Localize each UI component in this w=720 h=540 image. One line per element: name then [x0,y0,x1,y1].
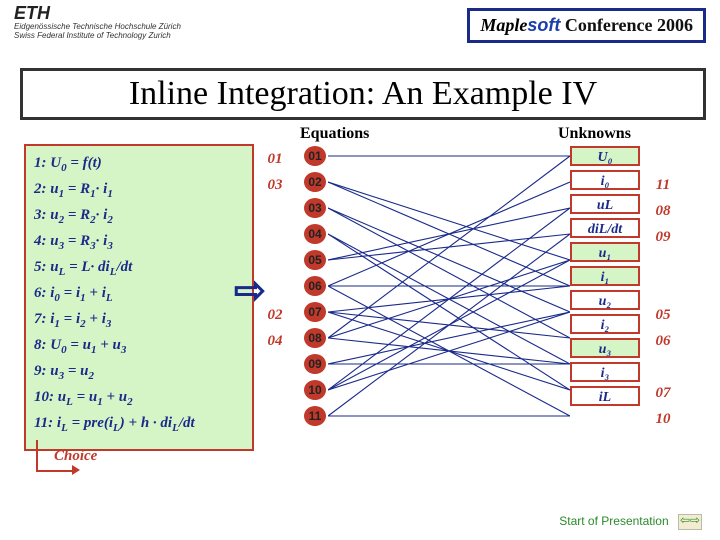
footer-nav[interactable]: Start of Presentation [559,514,702,530]
equation-bubble-column: 01 02 03 04 05 06 07 08 09 10 11 [304,146,330,432]
unknown-box: u₁ [570,242,640,262]
right-order-number: 10 [650,406,676,432]
left-order-number [262,198,288,224]
conf-maple: Maple [480,15,527,35]
right-order-number: 06 [650,328,676,354]
left-order-number [262,380,288,406]
header: ETH Eidgenössische Technische Hochschule… [0,0,720,52]
unknown-box: u₃ [570,338,640,358]
right-order-number: 05 [650,302,676,328]
brand-subtitle: Eidgenössische Technische Hochschule Zür… [14,22,181,40]
nav-arrows-icon[interactable] [678,514,702,530]
right-order-number: 07 [650,380,676,406]
brand-block: ETH Eidgenössische Technische Hochschule… [14,3,181,40]
equation-bubble: 09 [304,354,326,374]
left-order-column: 0103 0204 [262,146,288,432]
unknown-box-column: U₀ i₀ uL diL/dt u₁ i₁ u₂ i₂ u₃ i₃ iL [570,146,640,410]
left-order-number [262,406,288,432]
equation-row: 2: u1 = R1· i1 [34,176,244,202]
equation-row: 1: U0 = f(t) [34,150,244,176]
right-order-number [650,354,676,380]
equation-bubble: 04 [304,224,326,244]
left-order-number [262,250,288,276]
unknown-box: iL [570,386,640,406]
right-order-number [650,146,676,172]
equation-row: 4: u3 = R3· i3 [34,228,244,254]
equation-bubble: 06 [304,276,326,296]
choice-label: Choice [54,448,97,465]
right-order-number: 09 [650,224,676,250]
left-order-number: 04 [262,328,288,354]
left-order-number: 03 [262,172,288,198]
conference-box: Maplesoft Conference 2006 [467,8,706,43]
equation-bubble: 05 [304,250,326,270]
equation-row: 8: U0 = u1 + u3 [34,332,244,358]
implies-arrow-icon: ⇨ [234,268,266,313]
right-order-column: 110809 0506 0710 [650,146,676,432]
conf-rest: Conference 2006 [560,15,693,35]
right-order-number [650,276,676,302]
equation-bubble: 11 [304,406,326,426]
equation-bubble: 02 [304,172,326,192]
right-order-number [650,250,676,276]
left-order-number [262,276,288,302]
left-order-number: 01 [262,146,288,172]
slide-title-box: Inline Integration: An Example IV [20,68,706,120]
left-order-number: 02 [262,302,288,328]
right-order-number: 11 [650,172,676,198]
equations-label: Equations [300,125,369,143]
unknown-box: u₂ [570,290,640,310]
equation-bubble: 07 [304,302,326,322]
conf-soft: soft [527,15,560,35]
start-presentation-link[interactable]: Start of Presentation [559,514,668,528]
left-order-number [262,224,288,250]
slide-title: Inline Integration: An Example IV [129,75,597,112]
equation-bubble: 08 [304,328,326,348]
equation-bubble: 03 [304,198,326,218]
equation-bubble: 10 [304,380,326,400]
equation-row: 6: i0 = i1 + iL [34,280,244,306]
unknown-box: U₀ [570,146,640,166]
unknown-box: i₀ [570,170,640,190]
equation-bubble: 01 [304,146,326,166]
unknown-box: uL [570,194,640,214]
bipartite-svg [328,146,570,436]
equation-row: 3: u2 = R2· i2 [34,202,244,228]
unknown-box: diL/dt [570,218,640,238]
unknown-box: i₁ [570,266,640,286]
equation-row: 10: uL = u1 + u2 [34,384,244,410]
equation-list: 1: U0 = f(t)2: u1 = R1· i13: u2 = R2· i2… [24,144,254,451]
left-order-number [262,354,288,380]
unknown-box: i₃ [570,362,640,382]
unknowns-label: Unknowns [558,125,631,143]
unknown-box: i₂ [570,314,640,334]
equation-row: 5: uL = L· diL/dt [34,254,244,280]
equation-row: 7: i1 = i2 + i3 [34,306,244,332]
brand-name: ETH [14,3,181,24]
right-order-number: 08 [650,198,676,224]
equation-row: 11: iL = pre(iL) + h · diL/dt [34,410,244,436]
equation-row: 9: u3 = u2 [34,358,244,384]
